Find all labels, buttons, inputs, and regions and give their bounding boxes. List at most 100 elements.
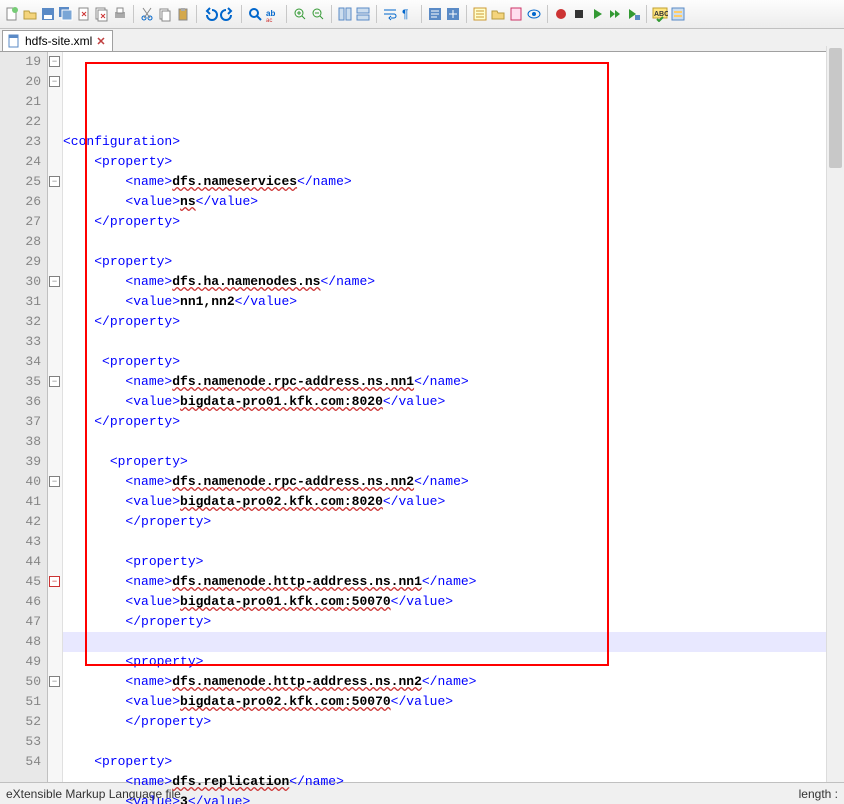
line-number: 24 [0, 152, 41, 172]
show-ws-icon[interactable]: ¶ [400, 6, 416, 22]
func-list-icon[interactable] [472, 6, 488, 22]
fold-toggle[interactable]: − [49, 476, 60, 487]
line-number: 40 [0, 472, 41, 492]
eye-icon[interactable] [526, 6, 542, 22]
close-icon[interactable] [76, 6, 92, 22]
code-line: <name>dfs.namenode.http-address.ns.nn2</… [63, 672, 844, 692]
zoom-out-icon[interactable] [310, 6, 326, 22]
toolbar-separator [421, 5, 422, 23]
code-line: <name>dfs.namenode.rpc-address.ns.nn2</n… [63, 472, 844, 492]
line-number: 20 [0, 72, 41, 92]
open-file-icon[interactable] [22, 6, 38, 22]
line-number: 19 [0, 52, 41, 72]
zoom-in-icon[interactable] [292, 6, 308, 22]
fold-toggle[interactable]: − [49, 56, 60, 67]
code-line: <value>3</value> [63, 792, 844, 804]
wrap-icon[interactable] [382, 6, 398, 22]
code-line: <property> [63, 452, 844, 472]
tab-bar: hdfs-site.xml ✕ [0, 29, 844, 52]
fold-toggle[interactable]: − [49, 576, 60, 587]
close-tab-icon[interactable]: ✕ [96, 35, 105, 48]
code-line: <value>bigdata-pro02.kfk.com:50070</valu… [63, 692, 844, 712]
toolbar-separator [133, 5, 134, 23]
toolbar-separator [547, 5, 548, 23]
save-icon[interactable] [40, 6, 56, 22]
svg-text:ABC: ABC [654, 11, 668, 18]
redo-icon[interactable] [220, 6, 236, 22]
toolbar-separator [286, 5, 287, 23]
code-view[interactable]: <configuration> <property> <name>dfs.nam… [63, 52, 844, 789]
code-line: </property> [63, 612, 844, 632]
line-number: 52 [0, 712, 41, 732]
save-all-icon[interactable] [58, 6, 74, 22]
line-number: 49 [0, 652, 41, 672]
print-icon[interactable] [112, 6, 128, 22]
line-number: 34 [0, 352, 41, 372]
sync-v-icon[interactable] [337, 6, 353, 22]
lang-1-icon[interactable] [427, 6, 443, 22]
code-line: <value>bigdata-pro01.kfk.com:50070</valu… [63, 592, 844, 612]
folder-icon[interactable] [490, 6, 506, 22]
fold-toggle[interactable]: − [49, 676, 60, 687]
code-line [63, 532, 844, 552]
code-line: <property> [63, 552, 844, 572]
new-file-icon[interactable] [4, 6, 20, 22]
code-line [63, 432, 844, 452]
code-line [63, 732, 844, 752]
line-number: 21 [0, 92, 41, 112]
toolbar-separator [196, 5, 197, 23]
editor-area: 1920212223242526272829303132333435363738… [0, 52, 844, 789]
doc-map-icon[interactable] [508, 6, 524, 22]
find-icon[interactable] [247, 6, 263, 22]
fold-toggle[interactable]: − [49, 276, 60, 287]
code-line [63, 332, 844, 352]
code-line: </property> [63, 412, 844, 432]
tab-hdfs-site[interactable]: hdfs-site.xml ✕ [2, 30, 113, 51]
code-line: </property> [63, 712, 844, 732]
svg-text:¶: ¶ [402, 7, 408, 21]
toolbar-separator [331, 5, 332, 23]
play-save-icon[interactable] [625, 6, 641, 22]
svg-text:ac: ac [266, 18, 272, 22]
fold-toggle[interactable]: − [49, 176, 60, 187]
toolbar: abac ¶ ABC [0, 0, 844, 29]
line-number: 41 [0, 492, 41, 512]
highlight-all-icon[interactable] [670, 6, 686, 22]
line-number: 35 [0, 372, 41, 392]
line-number: 54 [0, 752, 41, 772]
play-1-icon[interactable] [589, 6, 605, 22]
line-number: 22 [0, 112, 41, 132]
toolbar-separator [646, 5, 647, 23]
line-number-gutter: 1920212223242526272829303132333435363738… [0, 52, 48, 789]
code-line: <name>dfs.namenode.http-address.ns.nn1</… [63, 572, 844, 592]
line-number: 28 [0, 232, 41, 252]
line-number: 36 [0, 392, 41, 412]
undo-icon[interactable] [202, 6, 218, 22]
line-number: 43 [0, 532, 41, 552]
close-all-icon[interactable] [94, 6, 110, 22]
sync-h-icon[interactable] [355, 6, 371, 22]
toolbar-separator [241, 5, 242, 23]
line-number: 33 [0, 332, 41, 352]
line-number: 27 [0, 212, 41, 232]
fold-toggle[interactable]: − [49, 76, 60, 87]
line-number: 25 [0, 172, 41, 192]
cut-icon[interactable] [139, 6, 155, 22]
code-line: <value>nn1,nn2</value> [63, 292, 844, 312]
line-number: 32 [0, 312, 41, 332]
code-line: <configuration> [63, 132, 844, 152]
code-line: <property> [63, 252, 844, 272]
line-number: 38 [0, 432, 41, 452]
fold-column: − − − − − − − − [48, 52, 63, 789]
record-icon[interactable] [553, 6, 569, 22]
code-line: <name>dfs.namenode.rpc-address.ns.nn1</n… [63, 372, 844, 392]
copy-icon[interactable] [157, 6, 173, 22]
replace-icon[interactable]: abac [265, 6, 281, 22]
fold-toggle[interactable]: − [49, 376, 60, 387]
paste-icon[interactable] [175, 6, 191, 22]
lang-2-icon[interactable] [445, 6, 461, 22]
play-fast-icon[interactable] [607, 6, 623, 22]
spell-check-icon[interactable]: ABC [652, 6, 668, 22]
svg-text:ab: ab [266, 9, 275, 18]
stop-icon[interactable] [571, 6, 587, 22]
